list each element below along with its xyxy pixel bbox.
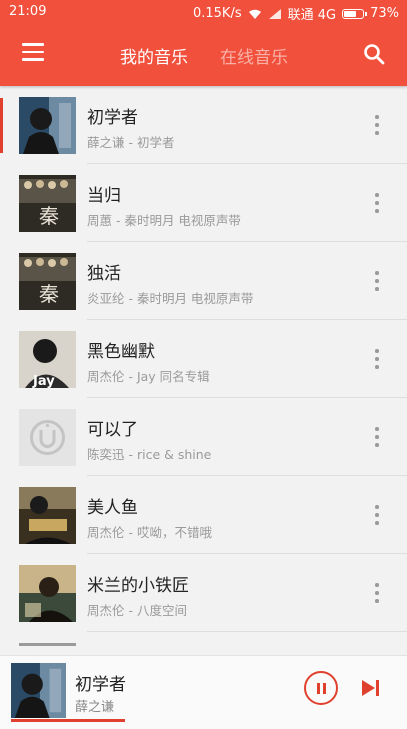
song-subtitle: 周蕙 - 秦时明月 电视原声带 [87, 213, 241, 228]
now-playing-title: 初学者 [75, 675, 126, 695]
album-cover: Jay [19, 331, 76, 388]
app-header: 21:09 0.15K/s 联通 4G 73% 我的音乐 在线音乐 [0, 0, 407, 86]
album-cover [19, 487, 76, 544]
more-options-icon[interactable] [368, 502, 386, 528]
song-title: 美人鱼 [87, 498, 138, 518]
album-cover [19, 409, 76, 466]
album-cover: 秦 [19, 175, 76, 232]
song-row[interactable] [0, 632, 407, 646]
song-subtitle: 周杰伦 - 八度空间 [87, 603, 187, 618]
mini-player[interactable]: 初学者 薛之谦 [0, 655, 407, 729]
hamburger-menu-icon[interactable] [22, 43, 44, 61]
song-title: 可以了 [87, 420, 138, 440]
song-subtitle: 周杰伦 - 哎呦，不错哦 [87, 525, 212, 540]
tab-my-music[interactable]: 我的音乐 [120, 43, 188, 68]
song-title: 米兰的小铁匠 [87, 576, 189, 596]
album-cover [19, 565, 76, 622]
song-row[interactable]: 米兰的小铁匠 周杰伦 - 八度空间 [0, 554, 407, 632]
playback-progress-bar [11, 719, 125, 722]
song-row[interactable]: 美人鱼 周杰伦 - 哎呦，不错哦 [0, 476, 407, 554]
battery-icon [342, 8, 368, 19]
cover-text: 秦 [39, 282, 59, 306]
search-icon[interactable] [362, 42, 386, 66]
song-row[interactable]: 秦 独活 炎亚纶 - 秦时明月 电视原声带 [0, 242, 407, 320]
more-options-icon[interactable] [368, 190, 386, 216]
cover-text: 秦 [39, 204, 59, 228]
song-list: 初学者 薛之谦 - 初学者 秦 当归 周蕙 - 秦时明月 电视原声带 秦 独活 … [0, 86, 407, 646]
song-title: 独活 [87, 264, 121, 284]
network-speed: 0.15K/s [192, 6, 242, 21]
album-cover [19, 643, 76, 646]
song-row[interactable]: Jay 黑色幽默 周杰伦 - Jay 同名专辑 [0, 320, 407, 398]
more-options-icon[interactable] [368, 346, 386, 372]
signal-icon [268, 8, 281, 19]
more-options-icon[interactable] [368, 424, 386, 450]
pause-icon[interactable] [304, 671, 338, 705]
cover-text: Jay [32, 374, 55, 388]
tab-online-music[interactable]: 在线音乐 [220, 43, 288, 68]
song-row[interactable]: 秦 当归 周蕙 - 秦时明月 电视原声带 [0, 164, 407, 242]
song-title: 初学者 [87, 108, 138, 128]
more-options-icon[interactable] [368, 112, 386, 138]
more-options-icon[interactable] [368, 580, 386, 606]
album-cover: 秦 [19, 253, 76, 310]
album-cover [19, 97, 76, 154]
song-row[interactable]: 可以了 陈奕迅 - rice & shine [0, 398, 407, 476]
song-subtitle: 炎亚纶 - 秦时明月 电视原声带 [87, 291, 254, 306]
status-right: 0.15K/s 联通 4G 73% [193, 4, 399, 23]
status-time: 21:09 [9, 4, 47, 19]
song-subtitle: 周杰伦 - Jay 同名专辑 [87, 369, 210, 384]
song-title: 黑色幽默 [87, 342, 155, 362]
status-bar: 21:09 0.15K/s 联通 4G 73% [0, 0, 407, 24]
now-playing-cover[interactable] [11, 663, 66, 718]
song-row[interactable]: 初学者 薛之谦 - 初学者 [0, 86, 407, 164]
song-title: 当归 [87, 186, 121, 206]
skip-next-icon[interactable] [360, 678, 382, 698]
selected-indicator [0, 98, 3, 153]
now-playing-artist: 薛之谦 [75, 700, 115, 715]
song-subtitle: 陈奕迅 - rice & shine [87, 447, 212, 462]
carrier-label: 联通 4G [287, 8, 337, 23]
battery-percent: 73% [370, 6, 399, 21]
wifi-icon [248, 9, 261, 19]
more-options-icon[interactable] [368, 268, 386, 294]
song-subtitle: 薛之谦 - 初学者 [87, 135, 175, 150]
